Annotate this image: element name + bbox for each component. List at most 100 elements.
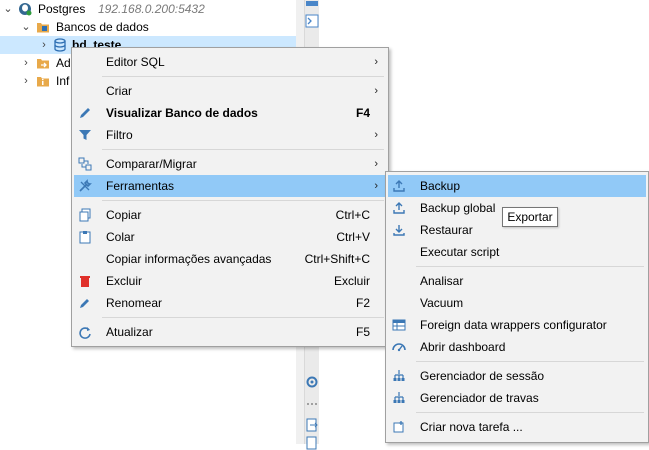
menu-item-label: Criar [106,84,132,98]
pencil-icon [80,108,90,118]
copy-icon [79,208,91,222]
menu-separator [102,76,384,77]
submenu-item-label: Analisar [420,274,464,288]
chevron-down-icon[interactable]: ⌄ [21,18,31,36]
chevron-right-icon: › [374,56,378,68]
postgres-icon [19,3,32,16]
dashboard-icon [392,343,406,352]
menu-item-comparar-migrar[interactable]: Comparar/Migrar › [74,153,386,175]
submenu-item-label: Vacuum [420,296,464,310]
menu-item-filtro[interactable]: Filtro › [74,124,386,146]
menu-separator [102,317,384,318]
menu-item-atualizar[interactable]: Atualizar F5 [74,321,386,343]
session-icon [393,370,405,381]
submenu-item-label: Gerenciador de travas [420,391,539,405]
menu-item-ferramentas[interactable]: Ferramentas › [74,175,386,197]
menu-separator [416,412,644,413]
tree-databases-row[interactable]: ⌄ Bancos de dados [0,18,296,36]
menu-item-editor-sql[interactable]: Editor SQL › [74,51,386,73]
import-icon[interactable] [305,436,319,450]
menu-item-label: Ferramentas [106,179,175,193]
menu-item-shortcut: Ctrl+C [335,208,370,222]
filter-icon [79,130,91,140]
restore-icon [393,225,405,236]
submenu-item-gerenciador-de-travas[interactable]: Gerenciador de travas [388,387,646,409]
submenu-item-backup[interactable]: Backup [388,175,646,197]
sql-editor-icon[interactable] [305,0,319,14]
menu-item-label: Renomear [106,296,163,310]
menu-item-label: Editor SQL [106,55,165,69]
chevron-down-icon[interactable]: ⌄ [3,0,13,18]
submenu-item-label: Restaurar [420,223,473,237]
menu-item-visualizar-banco-de-dados[interactable]: Visualizar Banco de dados F4 [74,102,386,124]
menu-item-label: Excluir [106,274,143,288]
chevron-right-icon: › [374,180,378,192]
database-icon [54,38,66,52]
chevron-right-icon: › [374,85,378,97]
info-label: Inf [56,74,70,88]
info-folder-icon [37,77,49,87]
paste-icon [79,231,91,244]
menu-item-copiar-informacoes-avancadas[interactable]: Copiar informações avançadas Ctrl+Shift+C [74,248,386,270]
menu-item-label: Visualizar Banco de dados [106,106,258,120]
chevron-right-icon[interactable]: › [39,36,49,54]
connection-host: 192.168.0.200:5432 [98,2,205,16]
chevron-right-icon: › [374,158,378,170]
menu-item-label: Copiar [106,208,142,222]
menu-item-excluir[interactable]: Excluir Excluir [74,270,386,292]
menu-item-renomear[interactable]: Renomear F2 [74,292,386,314]
menu-item-criar[interactable]: Criar › [74,80,386,102]
chevron-right-icon: › [374,129,378,141]
submenu-item-criar-nova-tarefa[interactable]: Criar nova tarefa ... [388,416,646,438]
new-task-icon [393,421,404,433]
submenu-item-analisar[interactable]: Analisar [388,270,646,292]
admin-label: Ad [56,56,71,70]
submenu-item-label: Foreign data wrappers configurator [420,318,607,332]
menu-separator [102,200,384,201]
submenu-item-executar-script[interactable]: Executar script [388,241,646,263]
admin-folder-icon [37,59,49,69]
submenu-item-label: Executar script [420,245,500,259]
table-icon [392,319,406,331]
menu-item-label: Filtro [106,128,133,142]
submenu-item-gerenciador-de-sessao[interactable]: Gerenciador de sessão [388,365,646,387]
delete-icon [80,276,90,287]
rename-icon [80,299,89,308]
submenu-item-label: Gerenciador de sessão [420,369,545,383]
gear-icon[interactable] [305,375,319,389]
menu-item-shortcut: Ctrl+V [336,230,370,244]
export-icon[interactable] [305,418,319,432]
chevron-right-icon[interactable]: › [21,72,31,90]
tree-connection-row[interactable]: ⌄ Postgres 192.168.0.200:5432 [0,0,296,18]
menu-item-label: Comparar/Migrar [106,157,197,171]
menu-item-shortcut: F4 [355,106,370,120]
menu-item-colar[interactable]: Colar Ctrl+V [74,226,386,248]
backup-icon [393,180,405,192]
menu-item-label: Colar [106,230,135,244]
context-menu: Editor SQL › Criar › Visualizar Banco de dad… [71,47,389,347]
submenu-item-label: Criar nova tarefa ... [420,420,523,434]
submenu-item-abrir-dashboard[interactable]: Abrir dashboard [388,336,646,358]
menu-item-label: Copiar informações avançadas [106,252,272,266]
lock-manager-icon [393,392,405,403]
tooltip: Exportar [502,207,558,227]
menu-item-shortcut: F2 [355,296,370,310]
databases-folder-label: Bancos de dados [56,20,149,34]
submenu-item-label: Abrir dashboard [420,340,506,354]
menu-item-shortcut: F5 [355,325,370,339]
submenu-item-label: Backup global [420,201,496,215]
connection-name: Postgres [38,2,86,16]
compare-icon [78,157,92,171]
console-icon[interactable] [305,14,319,28]
submenu-item-vacuum[interactable]: Vacuum [388,292,646,314]
tools-icon [79,179,92,192]
folder-icon [37,23,49,33]
more-icon[interactable] [305,397,319,411]
chevron-right-icon[interactable]: › [21,54,31,72]
menu-item-copiar[interactable]: Copiar Ctrl+C [74,204,386,226]
menu-item-shortcut: Ctrl+Shift+C [304,252,370,266]
menu-item-label: Atualizar [106,325,153,339]
refresh-icon [79,327,91,339]
menu-separator [416,361,644,362]
submenu-item-foreign-data-wrappers-configurator[interactable]: Foreign data wrappers configurator [388,314,646,336]
